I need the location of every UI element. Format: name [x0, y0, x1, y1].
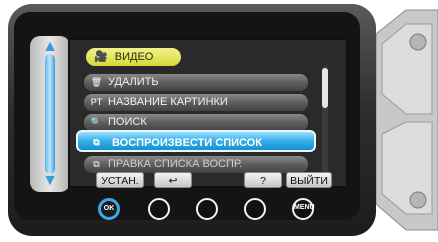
camera-hinge [376, 9, 438, 231]
menu-item-edit-playlist[interactable]: ⧉ ПРАВКА СПИСКА ВОСПР. [84, 156, 308, 173]
menu-item-label: УДАЛИТЬ [108, 76, 159, 88]
hardware-button-3[interactable] [196, 198, 218, 220]
playlist-icon: ⧉ [93, 137, 100, 147]
menu-item-label: ПРАВКА СПИСКА ВОСПР. [108, 158, 243, 170]
video-camera-icon: 🎥 [94, 51, 108, 63]
menu-item-delete[interactable]: 🗑 УДАЛИТЬ [84, 74, 308, 91]
menu-item-label: ПОИСК [108, 116, 147, 128]
ok-label: OK [103, 205, 115, 212]
ok-button[interactable]: OK [98, 198, 120, 220]
slider-track[interactable] [45, 54, 55, 174]
trash-icon: 🗑 [90, 77, 103, 87]
slider-up-arrow-icon[interactable]: ▲ [40, 39, 60, 55]
menu-label: MENU [294, 204, 315, 211]
exit-button[interactable]: ВЫЙТИ [286, 172, 332, 188]
menu-item-label: НАЗВАНИЕ КАРТИНКИ [108, 96, 228, 108]
hardware-button-4[interactable] [244, 198, 266, 220]
hardware-button-2[interactable] [148, 198, 170, 220]
menu-item-play-playlist[interactable]: ⧉ ВОСПРОИЗВЕСТИ СПИСОК [76, 130, 316, 152]
screw-icon [409, 191, 427, 209]
picture-title-icon: PT [90, 97, 103, 107]
menu-item-search[interactable]: 🔍 ПОИСК [84, 114, 308, 131]
menu-title-label: ВИДЕО [114, 51, 154, 63]
scrollbar-thumb[interactable] [322, 68, 328, 108]
back-button[interactable]: ↩ [154, 172, 192, 188]
menu-button[interactable]: MENU [292, 198, 315, 220]
menu-title: 🎥 ВИДЕО [86, 48, 182, 66]
screw-icon [409, 33, 427, 51]
hardware-buttons: OK MENU [86, 198, 326, 222]
softkey-bar: УСТАН. ↩ ? ВЫЙТИ [68, 172, 348, 190]
return-arrow-icon: ↩ [168, 175, 178, 187]
help-button[interactable]: ? [244, 172, 282, 188]
set-button[interactable]: УСТАН. [96, 172, 144, 188]
slider-down-arrow-icon[interactable]: ▼ [40, 173, 60, 189]
menu-item-label: ВОСПРОИЗВЕСТИ СПИСОК [112, 137, 262, 149]
menu-screen: 🎥 ВИДЕО 🗑 УДАЛИТЬ PT НАЗВАНИЕ КАРТИНКИ 🔍… [68, 38, 348, 188]
edit-playlist-icon: ⧉ [93, 159, 100, 169]
touch-slider[interactable]: ▲ ▼ [30, 36, 70, 192]
magnifier-icon: 🔍 [90, 117, 103, 127]
menu-item-picture-title[interactable]: PT НАЗВАНИЕ КАРТИНКИ [84, 94, 308, 111]
scrollbar[interactable] [322, 66, 328, 184]
